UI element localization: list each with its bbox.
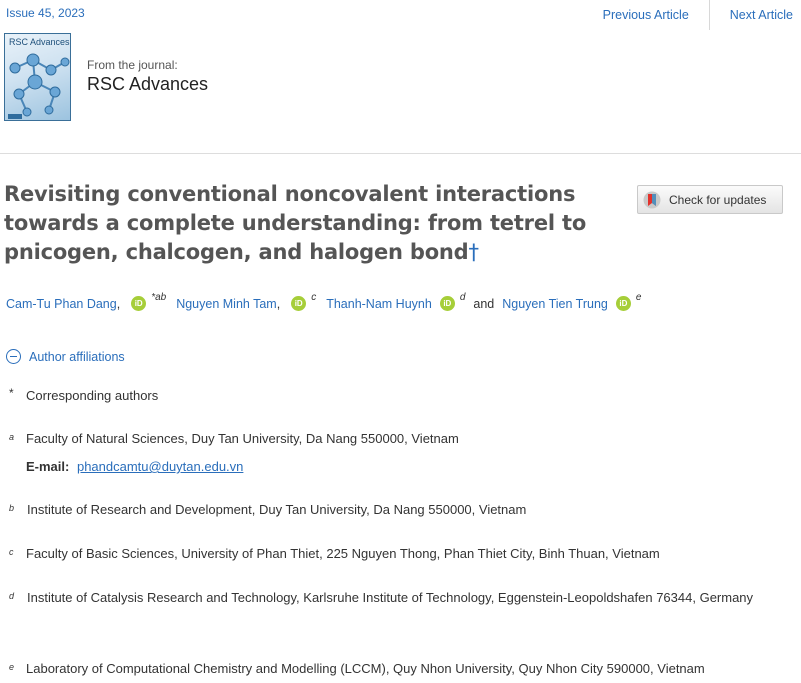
affiliation-marker: *: [9, 386, 14, 400]
affiliation-marker: d: [9, 591, 15, 601]
nav-divider: [708, 0, 710, 30]
affiliation-text: Laboratory of Computational Chemistry an…: [26, 661, 705, 676]
check-for-updates-button[interactable]: Check for updates: [637, 185, 783, 214]
check-for-updates-label: Check for updates: [669, 192, 767, 207]
authors-and-word: and: [473, 296, 495, 311]
next-article-link[interactable]: Next Article: [730, 0, 793, 22]
previous-article-link[interactable]: Previous Article: [603, 0, 689, 22]
journal-name-link[interactable]: RSC Advances: [87, 74, 208, 95]
article-title-text: Revisiting conventional noncovalent inte…: [4, 182, 587, 264]
crossmark-icon: [643, 191, 661, 208]
from-journal-label: From the journal:: [87, 58, 178, 72]
email-label: E-mail:: [26, 459, 70, 474]
affiliation-marker: e: [9, 662, 15, 672]
author-affiliation-marker: c: [311, 292, 317, 303]
affiliation-text: Faculty of Natural Sciences, Duy Tan Uni…: [26, 431, 459, 446]
orcid-icon[interactable]: iD: [615, 296, 631, 311]
author-link[interactable]: Cam-Tu Phan Dang: [6, 297, 117, 311]
author-link[interactable]: Thanh-Nam Huynh: [326, 297, 432, 311]
affiliation-text: Institute of Research and Development, D…: [27, 502, 527, 517]
affiliation-marker: a: [9, 432, 15, 442]
collapse-minus-icon: [6, 349, 21, 364]
author-affiliations-toggle[interactable]: Author affiliations: [6, 349, 125, 364]
author-link[interactable]: Nguyen Minh Tam: [176, 297, 277, 311]
article-navigation: Previous Article Next Article: [603, 0, 793, 30]
header-divider: [0, 153, 801, 154]
cover-title: RSC Advances: [9, 37, 70, 47]
journal-cover-image[interactable]: RSC Advances: [4, 33, 71, 121]
affiliation-text: Corresponding authors: [26, 388, 159, 403]
author-affiliations-label: Author affiliations: [29, 349, 125, 364]
author-link[interactable]: Nguyen Tien Trung: [502, 297, 608, 311]
affiliation-marker: b: [9, 503, 15, 513]
affiliation-text: Faculty of Basic Sciences, University of…: [26, 546, 660, 561]
affiliation-marker: c: [9, 547, 14, 557]
author-separator: ,: [276, 296, 281, 311]
issue-link[interactable]: Issue 45, 2023: [6, 6, 85, 20]
orcid-icon[interactable]: iD: [291, 296, 307, 311]
email-link[interactable]: phandcamtu@duytan.edu.vn: [77, 459, 243, 474]
molecule-graphic: [8, 53, 70, 119]
article-title: Revisiting conventional noncovalent inte…: [4, 180, 604, 267]
author-affiliation-marker: *ab: [151, 292, 167, 303]
author-affiliation-marker: e: [635, 292, 642, 303]
supplementary-info-link[interactable]: †: [469, 240, 480, 264]
orcid-icon[interactable]: iD: [131, 296, 147, 311]
orcid-icon[interactable]: iD: [439, 296, 455, 311]
author-list: Cam-Tu Phan Dang , iD *ab Nguyen Minh Ta…: [6, 292, 641, 311]
author-separator: ,: [116, 296, 121, 311]
affiliation-text: Institute of Catalysis Research and Tech…: [27, 590, 754, 605]
author-affiliation-marker: d: [459, 292, 466, 303]
email-line: E-mail: phandcamtu@duytan.edu.vn: [26, 459, 243, 474]
